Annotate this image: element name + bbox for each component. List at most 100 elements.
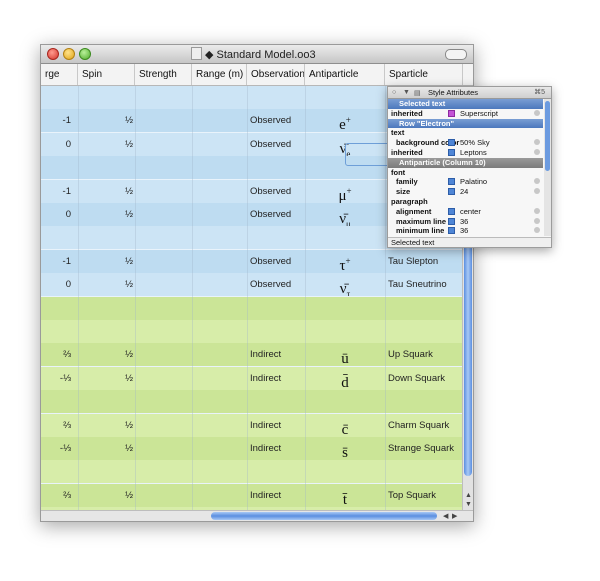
charge-cell[interactable]: 0	[41, 133, 71, 156]
strength-cell[interactable]	[135, 414, 192, 437]
range-cell[interactable]	[192, 437, 247, 460]
spin-cell[interactable]: ½	[78, 180, 133, 203]
observation-cell[interactable]: Observed	[250, 180, 305, 203]
sparticle-cell[interactable]	[388, 297, 460, 320]
observation-cell[interactable]	[250, 156, 305, 179]
antiparticle-cell[interactable]	[305, 320, 385, 343]
range-cell[interactable]	[192, 460, 247, 483]
charge-cell[interactable]: -1	[41, 180, 71, 203]
sparticle-cell[interactable]: Strange Squark	[388, 437, 460, 460]
range-cell[interactable]	[192, 226, 247, 249]
spin-cell[interactable]: ½	[78, 273, 133, 296]
sparticle-cell[interactable]	[388, 320, 460, 343]
charge-cell[interactable]: ⅔	[41, 343, 71, 366]
close-button[interactable]	[47, 48, 59, 60]
strength-cell[interactable]	[135, 343, 192, 366]
strength-cell[interactable]	[135, 484, 192, 507]
remove-attribute-icon[interactable]	[534, 109, 540, 116]
strength-cell[interactable]	[135, 460, 192, 483]
range-cell[interactable]	[192, 367, 247, 390]
inspector-scrollbar[interactable]	[544, 99, 551, 236]
horizontal-scrollbar[interactable]: ◀ ▶	[41, 510, 473, 521]
range-cell[interactable]	[192, 343, 247, 366]
antiparticle-cell[interactable]: c̄	[305, 414, 385, 437]
remove-attribute-icon[interactable]	[534, 139, 540, 146]
inspector-attribute-row[interactable]: maximum line 36	[388, 217, 543, 227]
inspector-attribute-row[interactable]: background color 50% Sky	[388, 138, 543, 148]
spin-cell[interactable]: ½	[78, 414, 133, 437]
antiparticle-cell[interactable]: ν̄τ	[305, 273, 385, 296]
charge-cell[interactable]: ⅔	[41, 484, 71, 507]
spin-cell[interactable]: ½	[78, 484, 133, 507]
observation-cell[interactable]	[250, 320, 305, 343]
spin-cell[interactable]: ½	[78, 109, 133, 132]
spin-cell[interactable]	[78, 390, 133, 413]
inspector-attribute-row[interactable]: minimum line 36	[388, 226, 543, 236]
table-row[interactable]: -⅓ ½ Indirects̄Strange Squark	[41, 437, 463, 460]
sparticle-cell[interactable]: Down Squark	[388, 367, 460, 390]
strength-cell[interactable]	[135, 390, 192, 413]
spin-cell[interactable]	[78, 297, 133, 320]
charge-cell[interactable]	[41, 297, 71, 320]
antiparticle-cell[interactable]	[305, 460, 385, 483]
range-cell[interactable]	[192, 390, 247, 413]
strength-cell[interactable]	[135, 109, 192, 132]
sparticle-cell[interactable]	[388, 390, 460, 413]
antiparticle-cell[interactable]: t̄	[305, 484, 385, 507]
range-cell[interactable]	[192, 86, 247, 109]
range-cell[interactable]	[192, 250, 247, 273]
inspector-collapse-icon[interactable]: ▼	[403, 89, 410, 96]
charge-cell[interactable]: ⅔	[41, 414, 71, 437]
charge-cell[interactable]: -⅓	[41, 367, 71, 390]
charge-cell[interactable]	[41, 86, 71, 109]
scroll-up-arrow[interactable]: ▲	[465, 492, 472, 499]
column-header-cell[interactable]: Spin	[78, 64, 135, 85]
observation-cell[interactable]: Indirect	[250, 343, 305, 366]
sparticle-cell[interactable]: Charm Squark	[388, 414, 460, 437]
charge-cell[interactable]: 0	[41, 203, 71, 226]
table-row[interactable]: -1 ½ Observed τ+ Tau Slepton	[41, 250, 463, 273]
inspector-group-label[interactable]: font	[388, 168, 543, 178]
style-attributes-inspector[interactable]: ○ ▼ ▤ Style Attributes ⌘5 Selected text i…	[387, 86, 552, 248]
remove-attribute-icon[interactable]	[534, 217, 540, 224]
observation-cell[interactable]: Observed	[250, 273, 305, 296]
observation-cell[interactable]: Indirect	[250, 484, 305, 507]
strength-cell[interactable]	[135, 320, 192, 343]
inspector-scroll-thumb[interactable]	[545, 101, 550, 171]
spin-cell[interactable]: ½	[78, 133, 133, 156]
strength-cell[interactable]	[135, 437, 192, 460]
inspector-attribute-row[interactable]: size 24	[388, 187, 543, 197]
table-row[interactable]	[41, 390, 463, 413]
strength-cell[interactable]	[135, 273, 192, 296]
charge-cell[interactable]	[41, 460, 71, 483]
column-header-cell[interactable]: Strength	[135, 64, 192, 85]
antiparticle-cell[interactable]: d̄	[305, 367, 385, 390]
spin-cell[interactable]: ½	[78, 367, 133, 390]
inspector-section-header[interactable]: Antiparticle (Column 10)	[388, 157, 543, 168]
observation-cell[interactable]: Observed	[250, 109, 305, 132]
inspector-group-label[interactable]: paragraph	[388, 197, 543, 207]
scroll-down-arrow[interactable]: ▼	[465, 501, 472, 508]
range-cell[interactable]	[192, 203, 247, 226]
antiparticle-cell[interactable]	[305, 86, 385, 109]
table-row[interactable]: 0½ Observedν̄τTau Sneutrino	[41, 273, 463, 296]
spin-cell[interactable]	[78, 156, 133, 179]
antiparticle-cell[interactable]	[305, 297, 385, 320]
minimize-button[interactable]	[63, 48, 75, 60]
inspector-title-bar[interactable]: ○ ▼ ▤ Style Attributes ⌘5	[388, 87, 551, 99]
inspector-attribute-row[interactable]: alignment center	[388, 207, 543, 217]
range-cell[interactable]	[192, 273, 247, 296]
spin-cell[interactable]	[78, 86, 133, 109]
table-row[interactable]: ⅔½ Indirectt̄Top Squark	[41, 484, 463, 507]
spin-cell[interactable]: ½	[78, 437, 133, 460]
charge-cell[interactable]	[41, 226, 71, 249]
remove-attribute-icon[interactable]	[534, 227, 540, 234]
column-header-cell[interactable]: Sparticle	[385, 64, 463, 85]
horizontal-scroll-thumb[interactable]	[211, 512, 437, 520]
strength-cell[interactable]	[135, 133, 192, 156]
table-row[interactable]	[41, 460, 463, 483]
charge-cell[interactable]: -⅓	[41, 437, 71, 460]
title-bar[interactable]: ◆ Standard Model.oo3	[41, 45, 473, 64]
inspector-attribute-row[interactable]: inherited Leptons	[388, 148, 543, 158]
sparticle-cell[interactable]: Tau Sneutrino	[388, 273, 460, 296]
